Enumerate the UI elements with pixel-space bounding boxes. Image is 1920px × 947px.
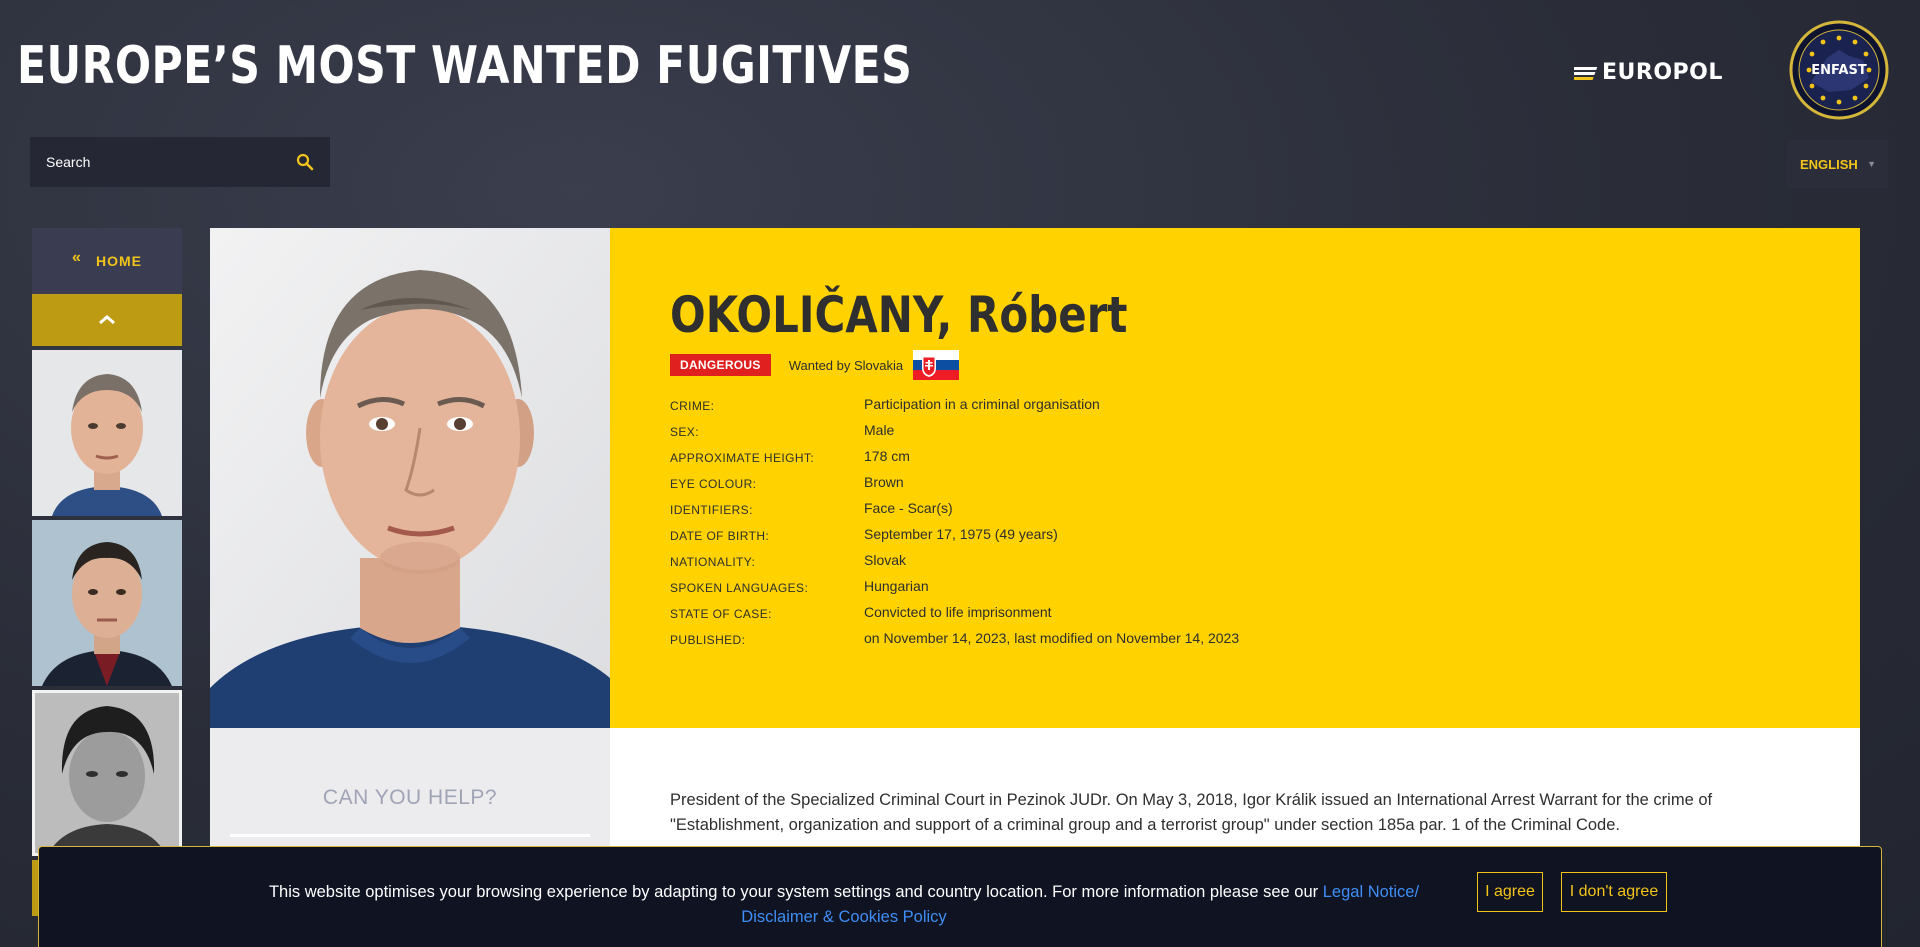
detail-label: STATE OF CASE: (670, 607, 772, 621)
search-box[interactable] (30, 137, 330, 187)
fugitive-thumbnail-1[interactable] (32, 350, 182, 516)
slovakia-flag-icon (913, 350, 960, 380)
fugitive-sidebar: « HOME (32, 228, 182, 916)
detail-value: September 17, 1975 (49 years) (864, 526, 1058, 542)
detail-row-date-of-birth: DATE OF BIRTH: September 17, 1975 (49 ye… (670, 526, 1239, 552)
site-title: EUROPE’S MOST WANTED FUGITIVES (17, 36, 913, 96)
detail-value: Brown (864, 474, 904, 490)
detail-row-identifiers: IDENTIFIERS: Face - Scar(s) (670, 500, 1239, 526)
detail-value: Participation in a criminal organisation (864, 396, 1100, 412)
enfast-logo[interactable]: ENFAST (1789, 20, 1889, 120)
chevron-down-icon: ▼ (1867, 159, 1876, 169)
detail-value: 178 cm (864, 448, 910, 464)
detail-label: APPROXIMATE HEIGHT: (670, 451, 815, 465)
fugitive-thumbnail-3[interactable] (32, 690, 182, 856)
detail-label: PUBLISHED: (670, 633, 746, 647)
cookie-text: This website optimises your browsing exp… (268, 883, 1323, 901)
detail-label: NATIONALITY: (670, 555, 756, 569)
detail-value: Slovak (864, 552, 907, 568)
language-selected-label: ENGLISH (1800, 156, 1858, 172)
detail-label: DATE OF BIRTH: (670, 529, 770, 543)
detail-label: EYE COLOUR: (670, 477, 757, 491)
detail-row-sex: SEX: Male (670, 422, 1239, 448)
detail-label: SEX: (670, 425, 699, 439)
detail-row-state-of-case: STATE OF CASE: Convicted to life impriso… (670, 604, 1239, 630)
detail-value: on November 14, 2023, last modified on N… (864, 630, 1240, 646)
fugitive-photo-thumbnail (32, 690, 182, 856)
detail-label: IDENTIFIERS: (670, 503, 753, 517)
detail-row-crime: CRIME: Participation in a criminal organ… (670, 396, 1239, 422)
detail-label: CRIME: (670, 399, 715, 413)
help-divider (230, 834, 590, 837)
detail-row-eye-colour: EYE COLOUR: Brown (670, 474, 1239, 500)
can-you-help-title: CAN YOU HELP? (322, 786, 498, 809)
fugitive-photo-thumbnail (32, 520, 182, 686)
detail-value: Convicted to life imprisonment (864, 604, 1052, 620)
search-input[interactable] (46, 154, 296, 170)
case-description: President of the Specialized Criminal Co… (670, 791, 1713, 834)
fugitive-name: OKOLIČANY, Róbert (670, 286, 1128, 344)
home-button[interactable]: « HOME (32, 228, 182, 294)
europol-logo-text: EUROPOL (1602, 60, 1723, 85)
search-icon[interactable] (296, 153, 314, 171)
europol-logo[interactable]: EUROPOL (1574, 60, 1723, 85)
detail-value: Hungarian (864, 578, 929, 594)
detail-row-height: APPROXIMATE HEIGHT: 178 cm (670, 448, 1239, 474)
language-select[interactable]: ENGLISH ▼ (1787, 140, 1888, 188)
europol-stripes-icon (1574, 66, 1598, 80)
detail-value: Male (864, 422, 895, 438)
detail-label: SPOKEN LANGUAGES: (670, 581, 809, 595)
cookie-message: This website optimises your browsing exp… (39, 880, 1449, 930)
detail-row-nationality: NATIONALITY: Slovak (670, 552, 1239, 578)
wanted-by-text: Wanted by Slovakia (788, 357, 904, 373)
fugitive-details: CRIME: Participation in a criminal organ… (670, 396, 1239, 656)
status-row: DANGEROUS Wanted by Slovakia (670, 350, 960, 380)
chevron-up-icon (99, 315, 115, 325)
fugitive-photo-thumbnail (32, 350, 182, 516)
enfast-logo-text: ENFAST (1811, 63, 1867, 78)
double-chevron-left-icon: « (72, 249, 82, 266)
detail-row-spoken-languages: SPOKEN LANGUAGES: Hungarian (670, 578, 1239, 604)
detail-row-published: PUBLISHED: on November 14, 2023, last mo… (670, 630, 1239, 656)
scroll-up-button[interactable] (32, 294, 182, 346)
status-badge: DANGEROUS (670, 354, 771, 376)
fugitive-info-panel: OKOLIČANY, Róbert DANGEROUS Wanted by Sl… (610, 228, 1860, 728)
agree-button[interactable]: I agree (1477, 872, 1543, 912)
detail-value: Face - Scar(s) (864, 500, 953, 516)
fugitive-photo (210, 228, 610, 728)
fugitive-thumbnail-2[interactable] (32, 520, 182, 686)
home-label: HOME (95, 253, 142, 269)
disagree-button[interactable]: I don't agree (1561, 872, 1667, 912)
cookie-consent-bar: This website optimises your browsing exp… (38, 846, 1882, 947)
fugitive-main-photo (210, 228, 610, 728)
